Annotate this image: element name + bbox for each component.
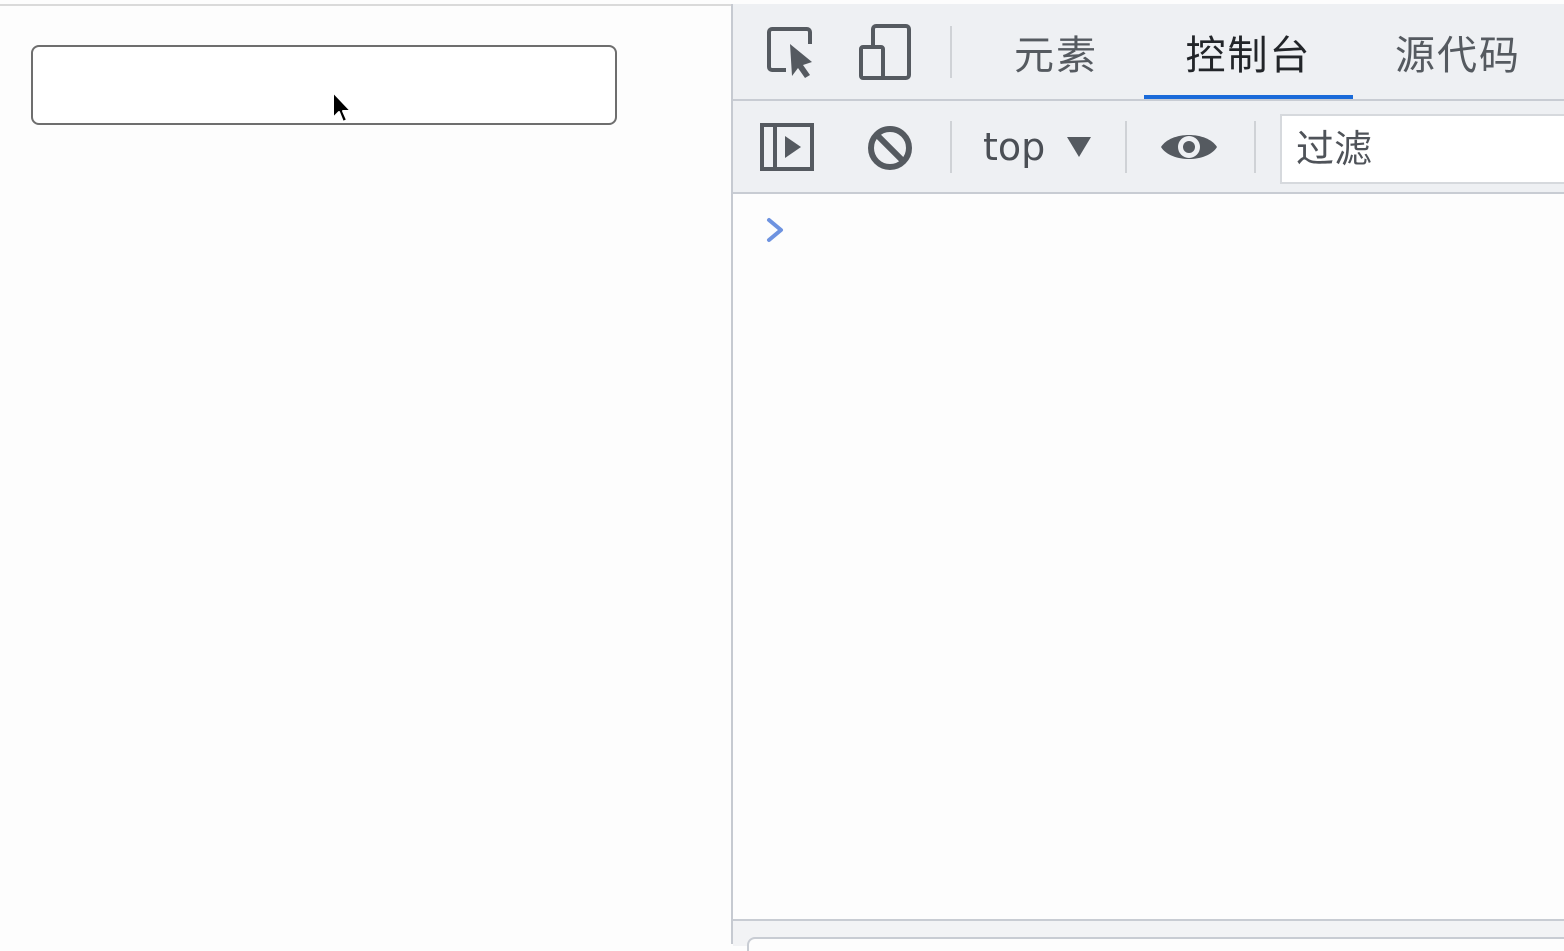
filter-box <box>1280 114 1564 184</box>
devtools-panel: 元素 控制台 源代码 top <box>731 4 1564 951</box>
page-text-input[interactable] <box>31 45 617 125</box>
eye-icon[interactable] <box>1158 123 1220 171</box>
device-toolbar-icon[interactable] <box>855 22 915 82</box>
tab-console[interactable]: 控制台 <box>1144 4 1353 99</box>
dropdown-arrow-icon <box>1067 137 1092 157</box>
console-toolbar: top <box>733 101 1564 194</box>
console-output[interactable] <box>733 194 1564 920</box>
clear-console-icon[interactable] <box>863 121 917 175</box>
devtools-tabbar: 元素 控制台 源代码 <box>733 4 1564 101</box>
toolbar-separator <box>950 121 952 173</box>
page-top-border <box>0 4 731 6</box>
context-label: top <box>983 125 1046 169</box>
inspect-element-icon[interactable] <box>761 22 821 82</box>
drawer-tab[interactable] <box>747 937 1564 951</box>
tab-sources[interactable]: 源代码 <box>1378 4 1538 99</box>
active-tab-indicator <box>1144 95 1353 99</box>
toolbar-separator <box>1254 121 1256 173</box>
tabbar-separator <box>950 26 952 78</box>
context-selector[interactable]: top <box>983 121 1092 173</box>
chevron-right-icon <box>767 218 783 242</box>
mouse-cursor-icon <box>332 91 352 123</box>
filter-input[interactable] <box>1282 116 1564 182</box>
tab-elements[interactable]: 元素 <box>991 4 1121 99</box>
show-sidebar-icon[interactable] <box>759 121 815 173</box>
drawer-bar <box>733 919 1564 951</box>
toolbar-separator <box>1125 121 1127 173</box>
screen: 元素 控制台 源代码 top <box>0 0 1564 951</box>
